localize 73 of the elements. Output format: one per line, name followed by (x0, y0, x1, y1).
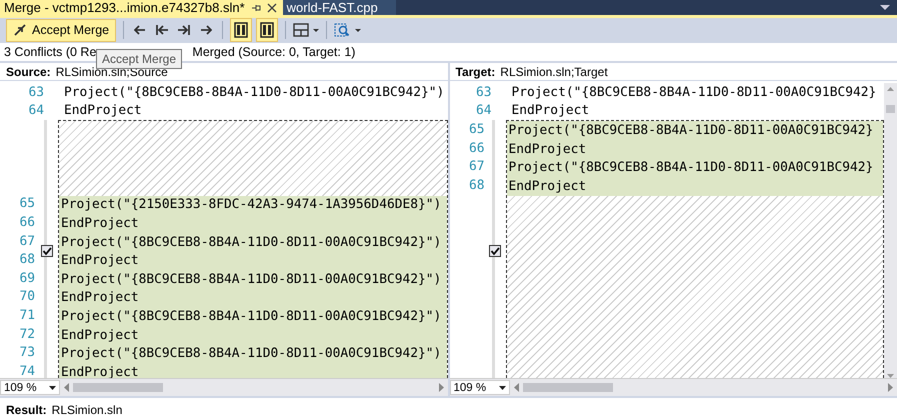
line-number: 70 (18, 289, 36, 304)
line-number: 69 (18, 270, 36, 286)
line-number: 67 (468, 159, 486, 174)
zoom-dropdown-icon[interactable] (334, 22, 362, 38)
line-number: 68 (18, 252, 36, 268)
tooltip: Accept Merge (96, 49, 182, 70)
zoom-dropdown[interactable]: 109 % (0, 380, 60, 396)
code-line: EndProject (508, 178, 586, 194)
columns-icon (260, 22, 274, 38)
line-number: 71 (18, 308, 36, 324)
line-number: 73 (18, 345, 36, 360)
code-line: Project("{8BC9CEB8-8B4A-11D0-8D11-00A0C91BC942}") (60, 272, 442, 287)
line-number: 64 (27, 103, 45, 118)
code-line: EndProject (60, 364, 139, 378)
dropdown-icon[interactable] (880, 4, 890, 11)
next-arrow-icon[interactable] (200, 24, 212, 36)
code-line: Project("{8BC9CEB8-8B4A-11D0-8D11-00A0C91BC942}") (60, 234, 442, 250)
accept-checkbox[interactable] (41, 245, 53, 258)
pane-label: Result: (6, 403, 47, 416)
pane-label: Target: (456, 64, 496, 79)
line-number: 67 (18, 234, 36, 249)
columns-icon (234, 22, 248, 38)
pane-label: Source: (6, 64, 51, 79)
code-line: Project("{8BC9CEB8-8B4A-11D0-8D11-00A0C91BC942} (508, 123, 874, 138)
line-number: 66 (468, 140, 486, 156)
scroll-left-icon (514, 383, 518, 392)
code-line: Project("{8BC9CEB8-8B4A-11D0-8D11-00A0C91BC942}") (63, 84, 444, 100)
line-number: 65 (18, 196, 36, 212)
check-icon (490, 246, 500, 256)
dropdown-icon (498, 386, 506, 390)
scrollbar-thumb[interactable] (886, 105, 895, 114)
code-line: EndProject (60, 290, 139, 306)
check-icon (42, 246, 52, 256)
line-number: 74 (18, 364, 36, 378)
document-tab[interactable]: Merge - vctmp1293...imion.e74327b8.sln* (0, 0, 283, 16)
layout-dropdown-icon[interactable] (293, 23, 320, 38)
scroll-right-icon (888, 383, 893, 392)
line-number: 63 (27, 84, 45, 100)
code-line: EndProject (63, 103, 142, 118)
pin-icon[interactable] (250, 2, 261, 13)
line-number: 63 (474, 84, 492, 100)
accept-checkbox[interactable] (488, 245, 500, 258)
code-line: Project("{8BC9CEB8-8B4A-11D0-8D11-00A0C91BC942} (510, 84, 876, 100)
code-line: EndProject (508, 142, 586, 157)
zoom-dropdown[interactable]: 109 % (450, 380, 510, 396)
code-line: Project("{8BC9CEB8-8B4A-11D0-8D11-00A0C91BC942}") (60, 309, 442, 324)
conflict-summary-text: 3 Conflicts (0 Re (4, 45, 96, 60)
close-icon[interactable] (266, 2, 277, 13)
code-line: EndProject (60, 253, 139, 268)
code-line: Project("{2150E333-8FDC-42A3-9474-1A3956D46DE8}") (60, 197, 442, 212)
document-tab[interactable]: world-FAST.cpp (282, 0, 396, 16)
scroll-left-icon (64, 383, 69, 392)
accept-merge-button[interactable]: Accept Merge (6, 18, 116, 42)
line-number: 68 (468, 178, 486, 193)
pane-file-name: RLSimion.sln (52, 403, 122, 416)
code-line: EndProject (60, 328, 139, 343)
code-line: Project("{8BC9CEB8-8B4A-11D0-8D11-00A0C91BC942}") (60, 346, 442, 362)
line-number: 66 (18, 215, 36, 230)
split-view-button[interactable] (256, 18, 278, 42)
previous-arrow-icon[interactable] (134, 24, 146, 36)
dropdown-icon (49, 386, 56, 390)
merged-summary-text: Merged (Source: 0, Target: 1) (192, 45, 356, 60)
pane-file-name: RLSimion.sln;Target (500, 64, 608, 79)
first-arrow-icon[interactable] (156, 24, 168, 36)
line-number: 72 (18, 326, 36, 342)
vertical-split-button[interactable] (230, 18, 252, 42)
code-line: Project("{8BC9CEB8-8B4A-11D0-8D11-00A0C91BC942} (508, 160, 874, 176)
scroll-right-icon (438, 383, 444, 392)
last-arrow-icon[interactable] (178, 24, 190, 36)
code-line: EndProject (510, 103, 590, 118)
code-line: EndProject (60, 216, 139, 232)
line-number: 65 (468, 122, 486, 138)
line-number: 64 (474, 103, 492, 118)
